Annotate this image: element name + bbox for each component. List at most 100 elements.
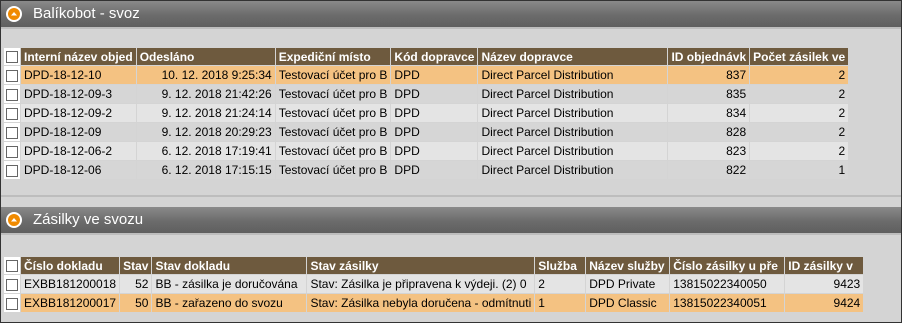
column-header[interactable]: Stav <box>120 257 152 274</box>
cell: 2 <box>535 275 586 293</box>
cell: DPD Classic <box>586 294 670 312</box>
cell: DPD <box>391 161 478 179</box>
column-header[interactable]: Odesláno <box>136 48 275 65</box>
zasilky-table: Číslo dokladu Stav Stav dokladu Stav zás… <box>3 256 865 313</box>
table-row[interactable]: DPD-18-12-09-2 9. 12. 2018 21:24:14 Test… <box>4 104 849 122</box>
cell: Direct Parcel Distribution <box>478 104 668 122</box>
cell: EXBB181200017 <box>21 294 120 312</box>
cell: 2 <box>750 123 849 141</box>
cell: Testovací účet pro B <box>275 142 391 160</box>
panel-header-svoz[interactable]: Balíkobot - svoz <box>1 1 901 27</box>
divider <box>1 195 901 197</box>
panel-title: Zásilky ve svozu <box>33 211 144 228</box>
cell: BB - zařazeno do svozu <box>152 294 307 312</box>
cell: DPD <box>391 104 478 122</box>
cell: 13815022340050 <box>670 275 785 293</box>
cell: Direct Parcel Distribution <box>478 123 668 141</box>
cell: DPD-18-12-09-3 <box>21 85 136 103</box>
cell: DPD <box>391 123 478 141</box>
cell: 822 <box>668 161 750 179</box>
svoz-table: Interní název objed Odesláno Expediční m… <box>3 47 850 180</box>
cell: DPD <box>391 85 478 103</box>
cell: DPD-18-12-09 <box>21 123 136 141</box>
chevron-up-circle-icon[interactable] <box>6 6 22 22</box>
column-header[interactable]: Název dopravce <box>478 48 668 65</box>
cell: Stav: Zásilka je připravena k výdeji. (2… <box>307 275 535 293</box>
row-checkbox[interactable] <box>4 66 20 84</box>
column-header[interactable]: Expediční místo <box>275 48 391 65</box>
column-header[interactable]: Kód dopravce <box>391 48 478 65</box>
column-header[interactable]: Stav zásilky <box>307 257 535 274</box>
column-header[interactable]: Číslo dokladu <box>21 257 120 274</box>
cell: 828 <box>668 123 750 141</box>
cell: Direct Parcel Distribution <box>478 85 668 103</box>
cell: Direct Parcel Distribution <box>478 161 668 179</box>
cell: 13815022340051 <box>670 294 785 312</box>
cell: Stav: Zásilka nebyla doručena - odmítnut… <box>307 294 535 312</box>
cell: 2 <box>750 104 849 122</box>
cell: 823 <box>668 142 750 160</box>
cell: 50 <box>120 294 152 312</box>
cell: 9. 12. 2018 21:42:26 <box>136 85 275 103</box>
panel-title: Balíkobot - svoz <box>33 5 140 22</box>
cell: Testovací účet pro B <box>275 104 391 122</box>
column-header[interactable]: Interní název objed <box>21 48 136 65</box>
cell: Testovací účet pro B <box>275 66 391 84</box>
cell: Testovací účet pro B <box>275 85 391 103</box>
row-checkbox[interactable] <box>4 142 20 160</box>
select-all-checkbox[interactable] <box>4 257 20 274</box>
cell: 9423 <box>785 275 864 293</box>
column-header[interactable]: ID zásilky v <box>785 257 864 274</box>
cell: 834 <box>668 104 750 122</box>
table-row[interactable]: DPD-18-12-06 6. 12. 2018 17:15:15 Testov… <box>4 161 849 179</box>
cell: DPD-18-12-09-2 <box>21 104 136 122</box>
table-header: Číslo dokladu Stav Stav dokladu Stav zás… <box>4 257 864 274</box>
row-checkbox[interactable] <box>4 161 20 179</box>
cell: 837 <box>668 66 750 84</box>
cell: 10. 12. 2018 9:25:34 <box>136 66 275 84</box>
cell: DPD-18-12-06 <box>21 161 136 179</box>
row-checkbox[interactable] <box>4 294 20 312</box>
cell: 2 <box>750 66 849 84</box>
cell: 6. 12. 2018 17:19:41 <box>136 142 275 160</box>
table-row[interactable]: DPD-18-12-09 9. 12. 2018 20:29:23 Testov… <box>4 123 849 141</box>
cell: Direct Parcel Distribution <box>478 142 668 160</box>
table-row[interactable]: EXBB181200017 50 BB - zařazeno do svozu … <box>4 294 864 312</box>
cell: 6. 12. 2018 17:15:15 <box>136 161 275 179</box>
cell: Direct Parcel Distribution <box>478 66 668 84</box>
column-header[interactable]: Počet zásilek ve <box>750 48 849 65</box>
column-header[interactable]: ID objednávk <box>668 48 750 65</box>
column-header[interactable]: Stav dokladu <box>152 257 307 274</box>
cell: DPD <box>391 142 478 160</box>
table-header: Interní název objed Odesláno Expediční m… <box>4 48 849 65</box>
table-row[interactable]: EXBB181200018 52 BB - zásilka je doručov… <box>4 275 864 293</box>
cell: 2 <box>750 85 849 103</box>
column-header[interactable]: Název služby <box>586 257 670 274</box>
table-row[interactable]: DPD-18-12-09-3 9. 12. 2018 21:42:26 Test… <box>4 85 849 103</box>
divider <box>1 27 901 29</box>
row-checkbox[interactable] <box>4 275 20 293</box>
panel-header-zasilky[interactable]: Zásilky ve svozu <box>1 207 901 233</box>
table-row[interactable]: DPD-18-12-06-2 6. 12. 2018 17:19:41 Test… <box>4 142 849 160</box>
cell: 9. 12. 2018 20:29:23 <box>136 123 275 141</box>
column-header[interactable]: Číslo zásilky u pře <box>670 257 785 274</box>
row-checkbox[interactable] <box>4 104 20 122</box>
cell: 9424 <box>785 294 864 312</box>
row-checkbox[interactable] <box>4 123 20 141</box>
cell: 1 <box>535 294 586 312</box>
cell: DPD <box>391 66 478 84</box>
cell: 9. 12. 2018 21:24:14 <box>136 104 275 122</box>
cell: 1 <box>750 161 849 179</box>
table-row[interactable]: DPD-18-12-10 10. 12. 2018 9:25:34 Testov… <box>4 66 849 84</box>
cell: 2 <box>750 142 849 160</box>
cell: Testovací účet pro B <box>275 161 391 179</box>
cell: DPD Private <box>586 275 670 293</box>
chevron-up-circle-icon[interactable] <box>6 212 22 228</box>
column-header[interactable]: Služba <box>535 257 586 274</box>
select-all-checkbox[interactable] <box>4 48 20 65</box>
cell: 835 <box>668 85 750 103</box>
cell: Testovací účet pro B <box>275 123 391 141</box>
divider <box>1 233 901 235</box>
row-checkbox[interactable] <box>4 85 20 103</box>
cell: EXBB181200018 <box>21 275 120 293</box>
